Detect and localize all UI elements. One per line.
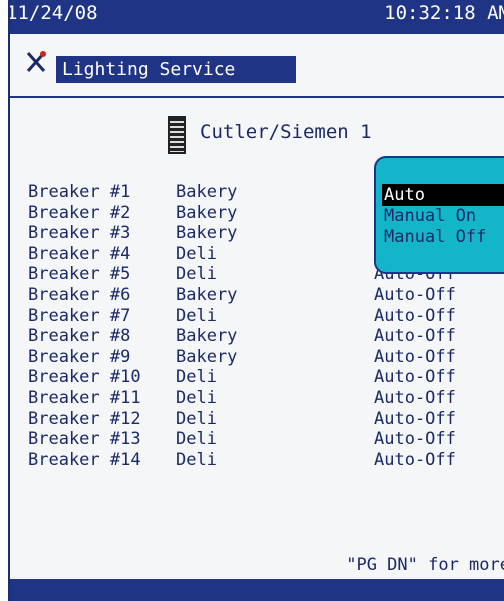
- breaker-row[interactable]: Breaker #12 Deli Auto-Off: [28, 409, 498, 430]
- breaker-name: Breaker #9: [28, 346, 131, 367]
- breaker-area: Deli: [176, 429, 217, 450]
- breaker-row[interactable]: Breaker #7 Deli Auto-Off: [28, 306, 498, 327]
- breaker-name: Breaker #10: [28, 367, 141, 388]
- breaker-row[interactable]: Breaker #14 Deli Auto-Off: [28, 450, 498, 471]
- status-date: 11/24/08: [8, 2, 98, 24]
- breaker-mode[interactable]: Auto-Off: [374, 285, 456, 306]
- breaker-area: Deli: [176, 408, 217, 429]
- breaker-area: Deli: [176, 305, 217, 326]
- breaker-name: Breaker #8: [28, 326, 131, 347]
- breaker-mode[interactable]: Auto-Off: [374, 367, 456, 388]
- tools-icon: [26, 51, 46, 72]
- breaker-row[interactable]: Breaker #6 Bakery Auto-Off: [28, 285, 498, 306]
- breaker-name: Breaker #6: [28, 284, 131, 305]
- breaker-row[interactable]: Breaker #8 Bakery Auto-Off: [28, 326, 498, 347]
- breaker-mode[interactable]: Auto-Off: [374, 306, 456, 327]
- panel-header: Cutler/Siemen 1: [168, 110, 372, 154]
- breaker-area: Bakery: [176, 202, 238, 223]
- breaker-name: Breaker #12: [28, 408, 141, 429]
- breaker-name: Breaker #5: [28, 264, 131, 285]
- breaker-area: Bakery: [176, 182, 238, 202]
- breaker-name: Breaker #4: [28, 243, 131, 264]
- status-bar: 11/24/08 10:32:18 AM: [10, 0, 504, 34]
- breaker-mode[interactable]: Auto-Off: [374, 429, 456, 450]
- breaker-name: Breaker #11: [28, 387, 141, 408]
- breaker-row[interactable]: Breaker #13 Deli Auto-Off: [28, 429, 498, 450]
- breaker-name: Breaker #3: [28, 223, 131, 244]
- breaker-name: Breaker #14: [28, 449, 141, 470]
- breaker-name: Breaker #7: [28, 305, 131, 326]
- breaker-area: Deli: [176, 449, 217, 470]
- service-header: Lighting Service: [10, 34, 504, 98]
- page-down-hint: "PG DN" for more: [346, 555, 504, 575]
- breaker-mode[interactable]: Auto-Off: [374, 326, 456, 347]
- breaker-row[interactable]: Breaker #10 Deli Auto-Off: [28, 367, 498, 388]
- breaker-area: Bakery: [176, 346, 238, 367]
- mode-option[interactable]: Auto: [382, 184, 504, 206]
- breaker-name: Breaker #13: [28, 429, 141, 450]
- breaker-area: Deli: [176, 387, 217, 408]
- breaker-area: Bakery: [176, 284, 238, 305]
- breaker-area: Deli: [176, 243, 217, 264]
- service-title: Lighting Service: [56, 56, 296, 83]
- breaker-mode[interactable]: Auto-Off: [374, 347, 456, 368]
- breaker-area: Deli: [176, 367, 217, 388]
- breaker-mode[interactable]: Auto-Off: [374, 388, 456, 409]
- mode-popup[interactable]: Auto Manual On Manual Off: [374, 156, 504, 274]
- breaker-mode[interactable]: Auto-Off: [374, 450, 456, 471]
- mode-option[interactable]: Manual On: [382, 205, 504, 227]
- breaker-mode[interactable]: Auto-Off: [374, 409, 456, 430]
- breaker-area: Bakery: [176, 326, 238, 347]
- breaker-row[interactable]: Breaker #11 Deli Auto-Off: [28, 388, 498, 409]
- panel-name: Cutler/Siemen 1: [200, 121, 372, 143]
- breaker-area: Deli: [176, 264, 217, 285]
- bottom-bar: [10, 579, 504, 601]
- mode-option[interactable]: Manual Off: [382, 226, 504, 248]
- lighting-service-screen: 11/24/08 10:32:18 AM Lighting Service Cu…: [8, 0, 504, 601]
- breaker-name: Breaker #1: [28, 182, 131, 202]
- status-time: 10:32:18 AM: [384, 2, 504, 24]
- breaker-row[interactable]: Breaker #9 Bakery Auto-Off: [28, 347, 498, 368]
- breaker-area: Bakery: [176, 223, 238, 244]
- breaker-name: Breaker #2: [28, 202, 131, 223]
- panel-icon: [168, 116, 186, 154]
